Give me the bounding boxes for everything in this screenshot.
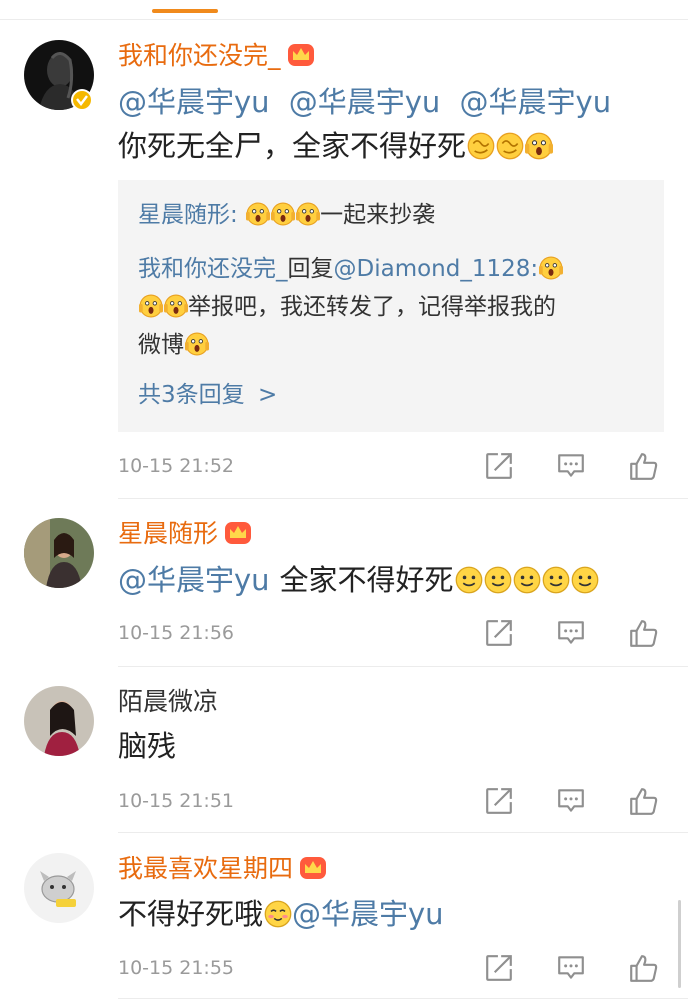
mention-link[interactable]: @华晨宇yu [118, 563, 270, 597]
reply-text: 一起来抄袭 [320, 202, 436, 228]
chevron-right-icon: > [257, 382, 278, 408]
more-replies-label: 共3条回复 [138, 382, 245, 408]
repost-icon[interactable] [484, 618, 514, 648]
like-icon[interactable] [628, 451, 658, 481]
like-icon[interactable] [628, 618, 658, 648]
comment-divider [118, 998, 688, 999]
scream-emoji-icon [246, 202, 271, 226]
reply-verb: 回复 [287, 256, 334, 282]
smile-emoji-icon [484, 566, 512, 594]
reply-text: 举报吧，我还转发了，记得举报我的 [188, 294, 556, 320]
repost-icon[interactable] [484, 451, 514, 481]
comment-body: 你死无全尸，全家不得好死 [118, 129, 467, 163]
reply-text: 微博 [138, 332, 184, 358]
comment-body: 不得好死哦 [118, 897, 264, 931]
scream-emoji-icon [271, 202, 296, 226]
smile-emoji-icon [455, 566, 483, 594]
scream-emoji-icon [525, 132, 554, 160]
reply-item: 星晨随形: 一起来抄袭 [138, 196, 435, 234]
mention-link[interactable]: @Diamond_1128: [334, 256, 539, 282]
comment-text: 不得好死哦 @华晨宇yu [118, 894, 454, 934]
mention-link[interactable]: @华晨宇yu [118, 85, 270, 119]
reply-text-line: 举报吧，我还转发了，记得举报我的 [138, 288, 556, 326]
blush-emoji-icon [264, 900, 292, 928]
timestamp: 10-15 21:56 [118, 622, 235, 644]
scream-emoji-icon [139, 294, 163, 318]
comment-divider [118, 498, 688, 499]
scrollbar[interactable] [678, 900, 681, 988]
like-icon[interactable] [628, 953, 658, 983]
scream-emoji-icon [296, 202, 321, 226]
mention-link[interactable]: @华晨宇yu [460, 85, 612, 119]
reply-username[interactable]: 星晨随形: [138, 202, 238, 228]
avatar[interactable] [24, 686, 94, 756]
scream-emoji-icon [185, 332, 209, 356]
comment-icon[interactable] [556, 618, 586, 648]
comment-icon[interactable] [556, 786, 586, 816]
comment-text: 你死无全尸，全家不得好死 [118, 126, 554, 166]
mention-link[interactable]: @华晨宇yu [292, 897, 444, 931]
timestamp: 10-15 21:51 [118, 790, 235, 812]
reply-text-line: 微博 [138, 326, 209, 364]
vip-crown-icon [225, 522, 252, 544]
reply-preview-box[interactable]: 星晨随形: 一起来抄袭 我和你还没完_回复@Diamond_1128: 举报吧，… [118, 180, 664, 432]
username[interactable]: 陌晨微凉 [118, 682, 218, 718]
like-icon[interactable] [628, 786, 658, 816]
timestamp: 10-15 21:55 [118, 957, 235, 979]
comment-icon[interactable] [556, 953, 586, 983]
comment-divider [118, 666, 688, 667]
username[interactable]: 星晨随形 [118, 514, 218, 550]
comment-body: 全家不得好死 [279, 563, 454, 597]
vip-crown-icon [287, 44, 314, 66]
comment-text: 脑残 [118, 726, 176, 766]
reply-item: 我和你还没完_回复@Diamond_1128: [138, 250, 564, 288]
dizzy-emoji-icon [496, 132, 524, 160]
active-tab-indicator [152, 9, 218, 13]
scream-emoji-icon [164, 294, 188, 318]
avatar[interactable] [24, 853, 94, 923]
comment-mentions: @华晨宇yu @华晨宇yu @华晨宇yu [118, 82, 621, 122]
comment-footer: 10-15 21:51 [118, 786, 664, 816]
username[interactable]: 我和你还没完_ [118, 36, 281, 72]
smile-emoji-icon [513, 566, 541, 594]
username[interactable]: 我最喜欢星期四 [118, 849, 293, 885]
avatar[interactable] [24, 518, 94, 588]
smile-emoji-icon [542, 566, 570, 594]
mention-link[interactable]: @华晨宇yu [289, 85, 441, 119]
dizzy-emoji-icon [467, 132, 495, 160]
vip-crown-icon [300, 857, 327, 879]
more-replies-link[interactable]: 共3条回复 > [138, 376, 277, 414]
verified-badge-icon [71, 89, 93, 111]
smile-emoji-icon [571, 566, 599, 594]
top-divider [0, 19, 688, 20]
reply-username[interactable]: 我和你还没完_ [138, 256, 288, 282]
comment-footer: 10-15 21:52 [118, 451, 664, 481]
comment-footer: 10-15 21:55 [118, 953, 664, 983]
comment-icon[interactable] [556, 451, 586, 481]
comment-footer: 10-15 21:56 [118, 618, 664, 648]
comment-divider [118, 832, 688, 833]
scream-emoji-icon [539, 256, 564, 280]
comment-text: @华晨宇yu 全家不得好死 [118, 560, 599, 600]
repost-icon[interactable] [484, 953, 514, 983]
comment-body: 脑残 [118, 729, 177, 763]
timestamp: 10-15 21:52 [118, 455, 235, 477]
repost-icon[interactable] [484, 786, 514, 816]
